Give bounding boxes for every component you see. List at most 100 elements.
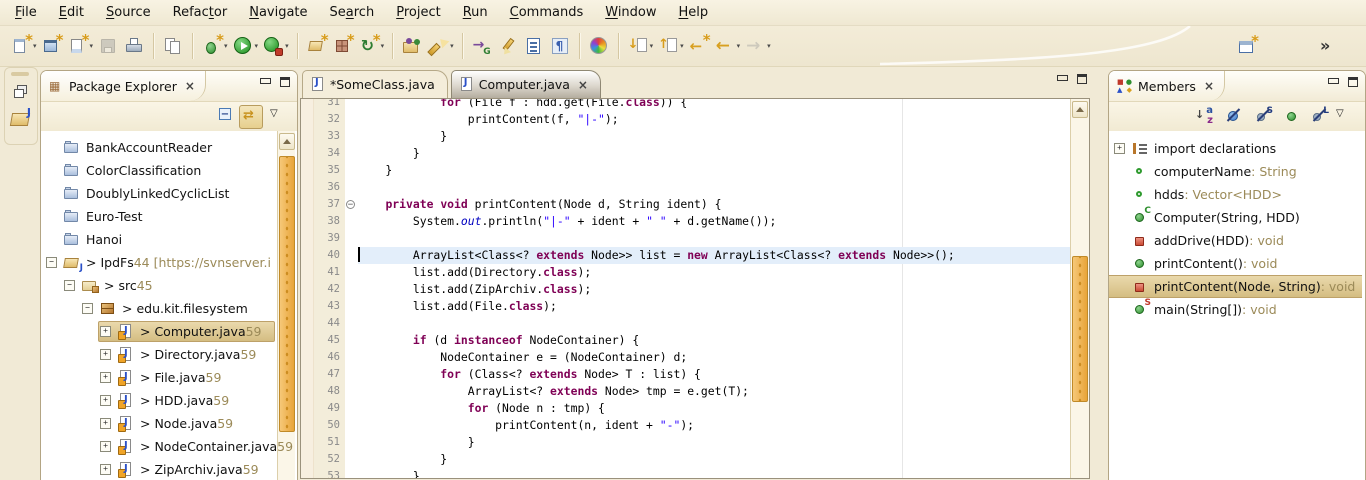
member-item-main-string-[interactable]: Smain(String[]) : void: [1109, 298, 1365, 321]
member-item-printcontent-[interactable]: printContent() : void: [1109, 252, 1365, 275]
restore-view-icon[interactable]: [13, 84, 29, 100]
close-icon[interactable]: ×: [185, 79, 195, 93]
member-item-computer-string-hdd-[interactable]: CComputer(String, HDD): [1109, 206, 1365, 229]
package-explorer-tab[interactable]: ▦ Package Explorer ×: [41, 71, 206, 101]
dropdown-arrow-icon[interactable]: ▾: [737, 42, 741, 50]
scroll-up-arrow[interactable]: [279, 133, 295, 150]
code-line-43[interactable]: 43 list.add(File.class);: [301, 298, 1070, 315]
line-number[interactable]: 46: [314, 349, 345, 366]
menu-refactor[interactable]: Refactor: [162, 2, 239, 23]
tree-item-hanoi[interactable]: Hanoi: [41, 228, 297, 251]
package-explorer-scrollbar[interactable]: [277, 131, 295, 480]
code-line-39[interactable]: 39: [301, 230, 1070, 247]
code-line-31[interactable]: 31 for (File f : hdd.get(File.class)) {: [301, 98, 1070, 111]
member-item-import-declarations[interactable]: +import declarations: [1109, 137, 1365, 160]
editor-tab-computer-java[interactable]: Computer.java×: [451, 70, 601, 98]
editor-content[interactable]: 31 for (File f : hdd.get(File.class)) {3…: [300, 98, 1090, 479]
line-number[interactable]: 53: [314, 468, 345, 479]
search-button[interactable]: ▾: [426, 34, 455, 58]
menu-source[interactable]: Source: [95, 2, 162, 23]
dropdown-arrow-icon[interactable]: ▾: [285, 42, 289, 50]
code-line-33[interactable]: 33 }: [301, 128, 1070, 145]
tree-item-euro-test[interactable]: Euro-Test: [41, 205, 297, 228]
line-number[interactable]: 41: [314, 264, 345, 281]
code-line-47[interactable]: 47 for (Class<? extends Node> T : list) …: [301, 366, 1070, 383]
next-change-button[interactable]: [470, 34, 494, 58]
tree-expander-plus-icon[interactable]: +: [100, 326, 111, 337]
tree-expander-minus-icon[interactable]: −: [82, 303, 93, 314]
tree-item-src[interactable]: −> src 45: [41, 274, 297, 297]
next-annotation-button[interactable]: ▾: [626, 34, 655, 58]
sort-icon[interactable]: a: [1195, 105, 1217, 127]
tree-item-hdd-java[interactable]: +> HDD.java 59: [41, 389, 297, 412]
line-number[interactable]: 51: [314, 434, 345, 451]
code-line-42[interactable]: 42 list.add(ZipArchiv.class);: [301, 281, 1070, 298]
tree-expander-plus-icon[interactable]: +: [100, 464, 111, 475]
scrollbar-thumb[interactable]: [279, 156, 295, 432]
color-palette-button[interactable]: [587, 34, 611, 58]
tree-item-node-java[interactable]: +> Node.java 59: [41, 412, 297, 435]
dropdown-arrow-icon[interactable]: ▾: [450, 42, 454, 50]
show-public-icon[interactable]: [1281, 105, 1303, 127]
new-junit-test-button[interactable]: [331, 34, 355, 58]
tree-expander-plus-icon[interactable]: +: [100, 349, 111, 360]
view-menu-icon[interactable]: [1331, 105, 1353, 127]
tree-expander-plus-icon[interactable]: +: [100, 372, 111, 383]
code-line-48[interactable]: 48 ArrayList<? extends Node> tmp = e.get…: [301, 383, 1070, 400]
tree-expander-plus-icon[interactable]: +: [100, 418, 111, 429]
dropdown-arrow-icon[interactable]: ▾: [381, 42, 385, 50]
menu-commands[interactable]: Commands: [499, 2, 595, 23]
collapse-all-icon[interactable]: [215, 105, 237, 127]
members-tab[interactable]: ■● ▲◆ Members ×: [1109, 71, 1225, 101]
code-line-32[interactable]: 32 printContent(f, "|-");: [301, 111, 1070, 128]
line-number[interactable]: 33: [314, 128, 345, 145]
editor-scrollbar[interactable]: [1070, 99, 1089, 478]
back-button[interactable]: ▾: [713, 34, 742, 58]
line-number[interactable]: 47: [314, 366, 345, 383]
code-line-53[interactable]: 53 }: [301, 468, 1070, 479]
member-item-adddrive-hdd-[interactable]: addDrive(HDD) : void: [1109, 229, 1365, 252]
new-file-button[interactable]: ▾: [66, 34, 95, 58]
line-number[interactable]: 39: [314, 230, 345, 247]
line-number[interactable]: 40: [314, 247, 345, 264]
tree-item-computer-java[interactable]: +> Computer.java 59: [41, 320, 297, 343]
line-number[interactable]: 31: [314, 98, 345, 111]
line-number[interactable]: 37: [314, 196, 345, 213]
build-all-button[interactable]: [161, 34, 185, 58]
code-line-50[interactable]: 50 printContent(n, ident + "-");: [301, 417, 1070, 434]
show-javadoc-button[interactable]: [522, 34, 546, 58]
link-with-editor-icon[interactable]: [239, 105, 263, 129]
fast-view-drag-handle[interactable]: [11, 72, 29, 76]
tree-item-edu-kit-filesystem[interactable]: −> edu.kit.filesystem: [41, 297, 297, 320]
code-line-52[interactable]: 52 }: [301, 451, 1070, 468]
member-item-hdds[interactable]: hdds : Vector<HDD>: [1109, 183, 1365, 206]
line-number[interactable]: 43: [314, 298, 345, 315]
close-icon[interactable]: ×: [1204, 79, 1214, 93]
member-expander-plus-icon[interactable]: +: [1114, 143, 1125, 154]
fold-collapse-icon[interactable]: −: [346, 200, 355, 209]
minimize-button[interactable]: [259, 77, 271, 88]
code-line-36[interactable]: 36: [301, 179, 1070, 196]
dropdown-arrow-icon[interactable]: ▾: [33, 42, 37, 50]
code-line-51[interactable]: 51 }: [301, 434, 1070, 451]
tree-item-colorclassification[interactable]: ColorClassification: [41, 159, 297, 182]
line-number[interactable]: 48: [314, 383, 345, 400]
hide-fields-icon[interactable]: [1223, 105, 1245, 127]
code-line-41[interactable]: 41 list.add(Directory.class);: [301, 264, 1070, 281]
member-item-computername[interactable]: computerName : String: [1109, 160, 1365, 183]
menu-run[interactable]: Run: [452, 2, 499, 23]
dropdown-arrow-icon[interactable]: ▾: [224, 42, 228, 50]
dropdown-arrow-icon[interactable]: ▾: [255, 42, 259, 50]
editor-tab--someclass-java[interactable]: *SomeClass.java: [302, 70, 448, 98]
code-line-45[interactable]: 45 if (d instanceof NodeContainer) {: [301, 332, 1070, 349]
menu-navigate[interactable]: Navigate: [238, 2, 318, 23]
menu-project[interactable]: Project: [385, 2, 452, 23]
view-menu-icon[interactable]: [265, 105, 287, 127]
hide-static-icon[interactable]: S: [1253, 105, 1275, 127]
menu-edit[interactable]: Edit: [48, 2, 95, 23]
line-number[interactable]: 52: [314, 451, 345, 468]
open-type-button[interactable]: [400, 34, 424, 58]
line-number[interactable]: 50: [314, 417, 345, 434]
close-icon[interactable]: ×: [578, 78, 588, 92]
tree-item-ziparchiv-java[interactable]: +> ZipArchiv.java 59: [41, 458, 297, 480]
